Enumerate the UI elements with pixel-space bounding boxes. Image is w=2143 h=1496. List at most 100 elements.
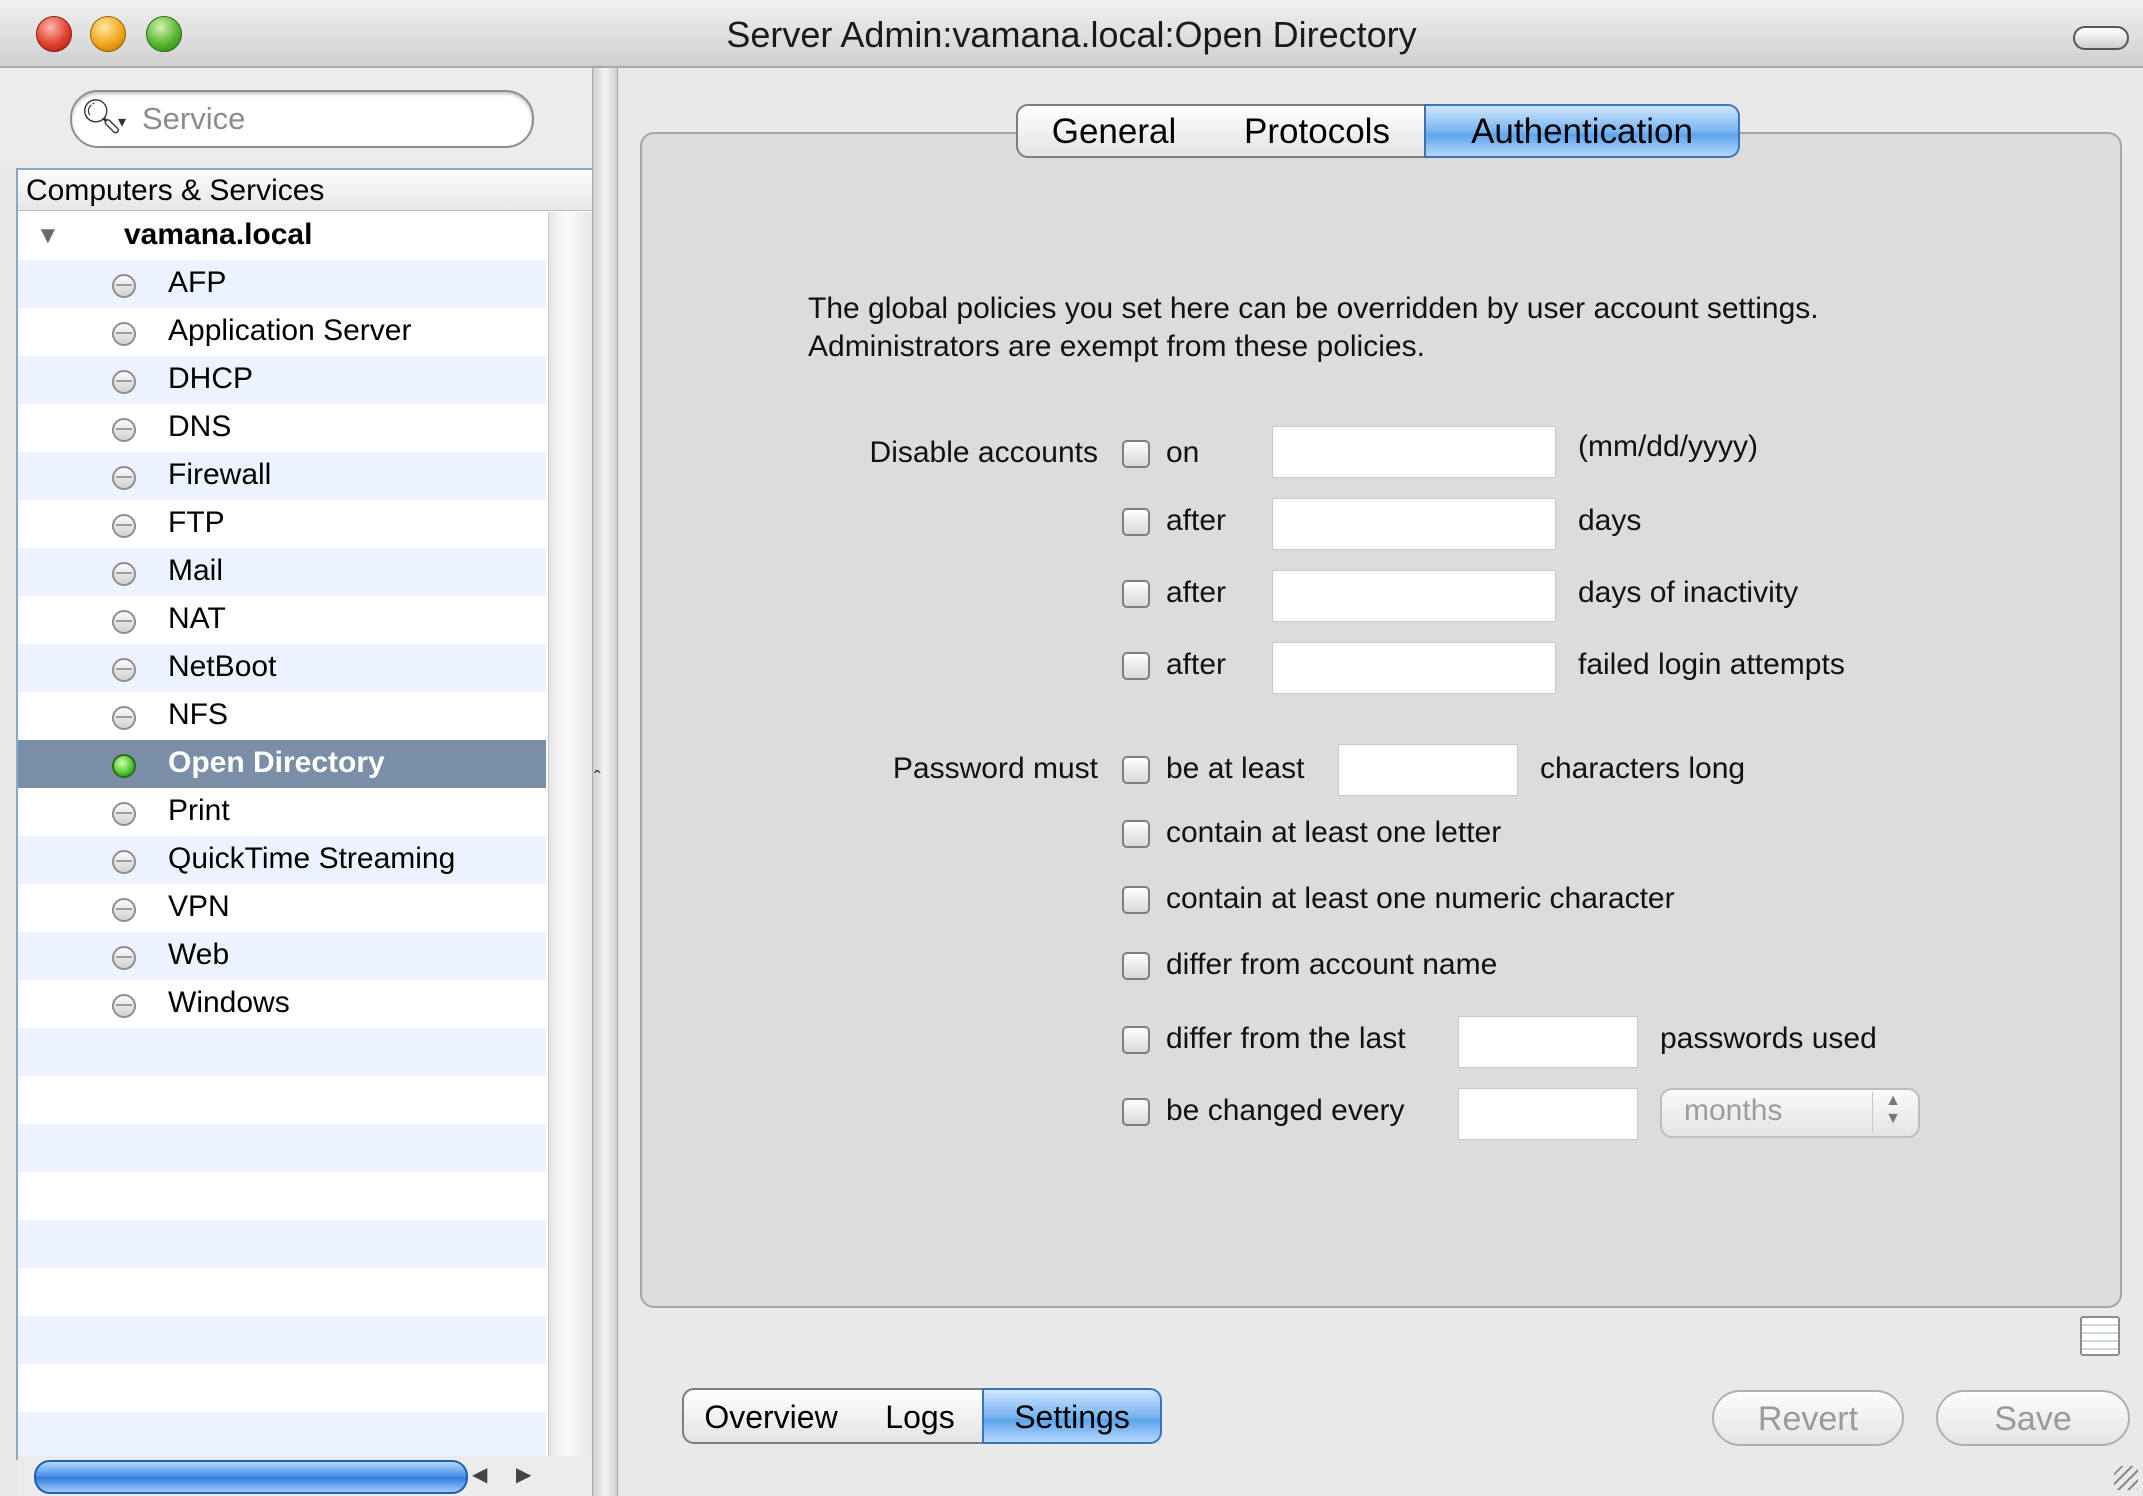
disable-after-days-checkbox[interactable] bbox=[1122, 508, 1150, 536]
contain-numeric-checkbox[interactable] bbox=[1122, 886, 1150, 914]
disable-failed-login-checkbox[interactable] bbox=[1122, 652, 1150, 680]
sidebar-item[interactable]: NAT bbox=[18, 596, 546, 644]
sidebar-item-label: Application Server bbox=[168, 314, 412, 347]
search-menu-chevron-icon[interactable]: ▾ bbox=[118, 112, 126, 132]
disable-date-field[interactable] bbox=[1272, 426, 1556, 478]
select-stepper-arrows-icon[interactable]: ▲ ▼ bbox=[1872, 1092, 1913, 1132]
sidebar-item-label: AFP bbox=[168, 266, 227, 299]
disable-inactivity-field[interactable] bbox=[1272, 570, 1556, 622]
sidebar-item[interactable]: FTP bbox=[18, 500, 546, 548]
empty-list-row bbox=[18, 1316, 546, 1364]
sidebar-item[interactable]: Print bbox=[18, 788, 546, 836]
change-every-label: be changed every bbox=[1166, 1094, 1405, 1127]
window-title: Server Admin:vamana.local:Open Directory bbox=[726, 14, 1417, 55]
disable-after-days-field[interactable] bbox=[1272, 498, 1556, 550]
differ-last-count-field[interactable] bbox=[1458, 1016, 1638, 1068]
sidebar-item-label: Print bbox=[168, 794, 230, 827]
passwords-used-suffix: passwords used bbox=[1660, 1022, 1877, 1055]
disable-after-days-label: after bbox=[1166, 504, 1227, 537]
service-status-icon bbox=[112, 466, 136, 490]
days-of-inactivity-suffix: days of inactivity bbox=[1578, 576, 1799, 609]
differ-account-name-checkbox[interactable] bbox=[1122, 952, 1150, 980]
service-status-icon bbox=[112, 754, 136, 778]
disable-on-date-checkbox[interactable] bbox=[1122, 440, 1150, 468]
date-format-hint: (mm/dd/yyyy) bbox=[1578, 430, 1758, 463]
disable-on-label: on bbox=[1166, 436, 1200, 469]
toolbar-toggle-button[interactable] bbox=[2073, 26, 2129, 50]
empty-list-row bbox=[18, 1364, 546, 1412]
bottom-tab-logs[interactable]: Logs bbox=[858, 1388, 984, 1444]
change-every-checkbox[interactable] bbox=[1122, 1098, 1150, 1126]
service-status-icon bbox=[112, 610, 136, 634]
service-status-icon bbox=[112, 994, 136, 1018]
sidebar-item-label: Mail bbox=[168, 554, 224, 587]
change-every-field[interactable] bbox=[1458, 1088, 1638, 1140]
computers-services-list[interactable]: Computers & Services ▼ vamana.local AFP A… bbox=[16, 168, 594, 1460]
disable-inactivity-checkbox[interactable] bbox=[1122, 580, 1150, 608]
scroll-right-arrow-icon[interactable]: ▶ bbox=[516, 1462, 531, 1487]
sidebar-item[interactable]: Windows bbox=[18, 980, 546, 1028]
service-search-field[interactable] bbox=[70, 90, 534, 148]
sidebar-item-label: QuickTime Streaming bbox=[168, 842, 456, 875]
disclosure-triangle-icon[interactable]: ▼ bbox=[36, 222, 60, 250]
service-rows: ▼ vamana.local AFP Application Server DHCP… bbox=[18, 212, 546, 1458]
disable-failed-login-field[interactable] bbox=[1272, 642, 1556, 694]
service-status-icon bbox=[112, 274, 136, 298]
search-icon[interactable]: 🔍︎ bbox=[80, 97, 123, 137]
empty-list-row bbox=[18, 1412, 546, 1458]
vertical-scrollbar[interactable] bbox=[548, 212, 592, 1458]
empty-list-row bbox=[18, 1076, 546, 1124]
min-length-field[interactable] bbox=[1338, 744, 1518, 796]
min-length-checkbox[interactable] bbox=[1122, 756, 1150, 784]
sidebar-item-label: NAT bbox=[168, 602, 226, 635]
sidebar-item[interactable]: Web bbox=[18, 932, 546, 980]
sidebar-item[interactable]: QuickTime Streaming bbox=[18, 836, 546, 884]
empty-list-row bbox=[18, 1268, 546, 1316]
sidebar-item-label: Open Directory bbox=[168, 746, 385, 779]
differ-account-name-label: differ from account name bbox=[1166, 948, 1498, 981]
sidebar-item[interactable]: Open Directory bbox=[18, 740, 546, 788]
sidebar-item[interactable]: Firewall bbox=[18, 452, 546, 500]
sidebar-item-label: Windows bbox=[168, 986, 290, 1019]
service-status-icon bbox=[112, 802, 136, 826]
tab-authentication[interactable]: Authentication bbox=[1424, 104, 1740, 158]
save-button[interactable]: Save bbox=[1936, 1390, 2130, 1446]
sidebar-item-label: Firewall bbox=[168, 458, 272, 491]
tab-protocols[interactable]: Protocols bbox=[1210, 104, 1426, 158]
window-resize-grip-icon[interactable] bbox=[2114, 1466, 2138, 1490]
differ-last-checkbox[interactable] bbox=[1122, 1026, 1150, 1054]
service-settings-icon[interactable] bbox=[2080, 1316, 2120, 1356]
min-length-label: be at least bbox=[1166, 752, 1305, 785]
list-header-label: Computers & Services bbox=[26, 174, 325, 207]
password-must-label: Password must bbox=[892, 752, 1098, 785]
policy-description-line2: Administrators are exempt from these pol… bbox=[808, 330, 1425, 363]
scroll-left-arrow-icon[interactable]: ◀ bbox=[472, 1462, 487, 1487]
bottom-tab-overview[interactable]: Overview bbox=[682, 1388, 860, 1444]
horizontal-scroll-thumb[interactable] bbox=[34, 1460, 468, 1494]
empty-list-row bbox=[18, 1220, 546, 1268]
sidebar-item[interactable]: Mail bbox=[18, 548, 546, 596]
revert-button[interactable]: Revert bbox=[1712, 1390, 1904, 1446]
service-status-icon bbox=[112, 370, 136, 394]
sidebar-item[interactable]: Application Server bbox=[18, 308, 546, 356]
sidebar-item-label: DHCP bbox=[168, 362, 254, 395]
service-status-icon bbox=[112, 706, 136, 730]
sidebar-item-label: NetBoot bbox=[168, 650, 277, 683]
sidebar-item[interactable]: NetBoot bbox=[18, 644, 546, 692]
bottom-tab-settings[interactable]: Settings bbox=[982, 1388, 1162, 1444]
sidebar-item[interactable]: NFS bbox=[18, 692, 546, 740]
sidebar-item-label: FTP bbox=[168, 506, 225, 539]
collapse-caret-icon[interactable]: ˆ bbox=[594, 768, 601, 791]
sidebar-item[interactable]: VPN bbox=[18, 884, 546, 932]
contain-letter-checkbox[interactable] bbox=[1122, 820, 1150, 848]
disable-accounts-label: Disable accounts bbox=[869, 436, 1098, 469]
sidebar-item[interactable]: DHCP bbox=[18, 356, 546, 404]
tab-general[interactable]: General bbox=[1016, 104, 1212, 158]
sidebar-item[interactable]: DNS bbox=[18, 404, 546, 452]
sidebar-item[interactable]: AFP bbox=[18, 260, 546, 308]
host-row[interactable]: ▼ vamana.local bbox=[18, 212, 546, 260]
host-label: vamana.local bbox=[124, 218, 313, 251]
policy-description-line1: The global policies you set here can be … bbox=[808, 292, 1819, 325]
list-column-header[interactable]: Computers & Services bbox=[18, 170, 592, 211]
sidebar-item-label: Web bbox=[168, 938, 230, 971]
